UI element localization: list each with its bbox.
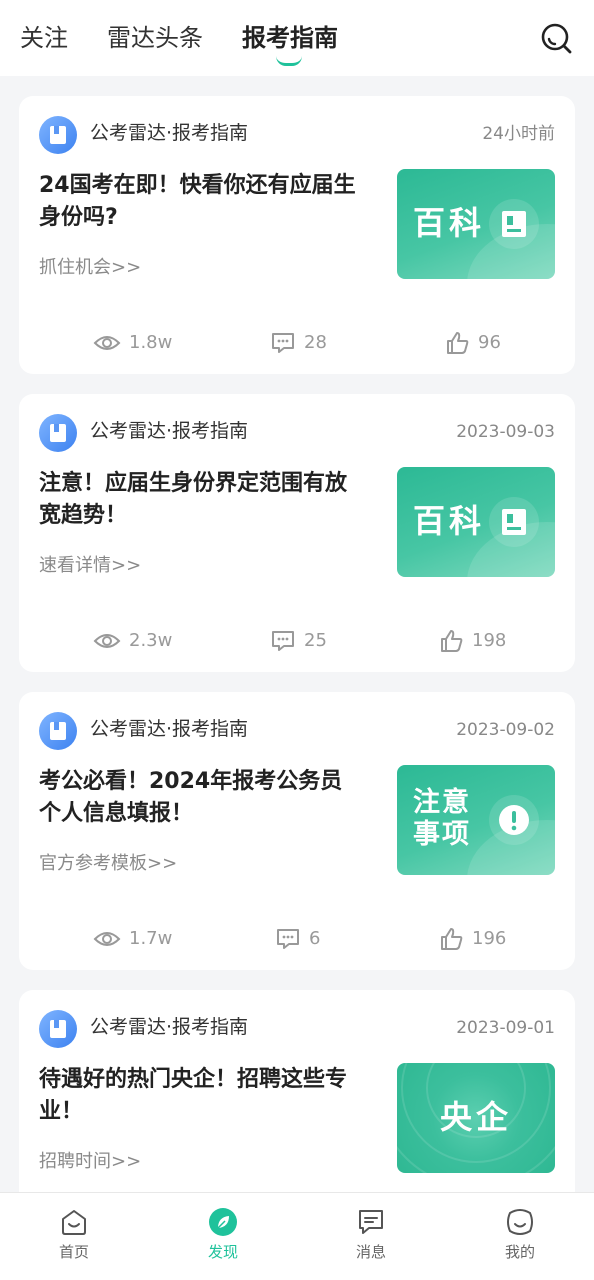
article-thumbnail[interactable]: 百科 [397,169,555,279]
book-icon [50,722,66,740]
thumbs-up-icon [441,928,463,950]
active-tab-indicator [276,56,302,66]
nav-label: 消息 [355,1243,386,1261]
home-face-icon [62,1210,86,1235]
book-icon [50,1020,66,1038]
like-count[interactable]: 196 [440,926,506,952]
top-navigation: 关注 雷达头条 报考指南 [0,0,594,76]
view-count: 1.7w [93,926,172,952]
eye-icon [93,634,121,648]
article-time: 2023-09-03 [456,422,555,442]
tab-follow[interactable]: 关注 [20,22,68,54]
discover-leaf-icon [209,1208,237,1236]
thumbnail-label: 央企 [439,1098,512,1136]
source-avatar [39,116,77,154]
comment-count[interactable]: 25 [270,628,327,654]
article-subtitle[interactable]: 招聘时间>> [39,1149,141,1175]
article-source: 公考雷达·报考指南 [90,718,249,740]
article-title[interactable]: 考公必看！2024年报考公务员个人信息填报！ [39,766,361,830]
eye-icon [93,336,121,350]
article-thumbnail[interactable]: 注意事项 [397,765,555,875]
article-subtitle[interactable]: 官方参考模板>> [39,851,177,877]
nav-label: 发现 [207,1243,238,1261]
bookmark-card-icon [502,509,526,535]
comment-count[interactable]: 6 [275,926,320,952]
message-icon [359,1210,383,1234]
article-title[interactable]: 待遇好的热门央企！招聘这些专业！ [39,1064,361,1128]
comment-count[interactable]: 28 [270,330,327,356]
bookmark-card-icon [502,211,526,237]
article-card[interactable]: 公考雷达·报考指南 2023-09-03 注意！应届生身份界定范围有放宽趋势！ … [19,394,575,672]
thumbs-up-icon [441,630,463,652]
tab-exam-guide[interactable]: 报考指南 [242,22,338,54]
article-source: 公考雷达·报考指南 [90,122,249,144]
search-icon [541,23,572,54]
thumbs-up-icon [447,332,469,354]
like-count[interactable]: 96 [446,330,501,356]
exclamation-icon [499,805,529,835]
source-avatar [39,414,77,452]
tab-radar-headlines[interactable]: 雷达头条 [107,22,203,54]
eye-icon [93,932,121,946]
article-title[interactable]: 24国考在即！快看你还有应届生身份吗? [39,170,361,234]
article-subtitle[interactable]: 速看详情>> [39,553,141,579]
article-time: 24小时前 [482,124,555,144]
comment-icon [272,631,294,651]
nav-discover[interactable]: 发现 [183,1207,263,1271]
book-icon [50,424,66,442]
nav-label: 我的 [504,1243,535,1261]
source-avatar [39,712,77,750]
article-card[interactable]: 公考雷达·报考指南 2023-09-01 待遇好的热门央企！招聘这些专业！ 招聘… [19,990,575,1220]
article-subtitle[interactable]: 抓住机会>> [39,255,141,281]
thumbnail-label: 百科 [413,502,486,540]
bottom-navigation: 首页 发现 消息 我的 [0,1192,594,1280]
article-title[interactable]: 注意！应届生身份界定范围有放宽趋势！ [39,468,361,532]
article-source: 公考雷达·报考指南 [90,420,249,442]
book-icon [50,126,66,144]
article-thumbnail[interactable]: 央企 [397,1063,555,1173]
article-time: 2023-09-01 [456,1018,555,1038]
comment-icon [277,929,299,949]
source-avatar [39,1010,77,1048]
search-button[interactable] [538,20,574,56]
thumbnail-label: 注意事项 [413,787,471,850]
nav-label: 首页 [58,1243,89,1261]
article-time: 2023-09-02 [456,720,555,740]
thumbnail-label: 百科 [413,204,486,242]
view-count: 2.3w [93,628,172,654]
nav-profile[interactable]: 我的 [480,1207,560,1271]
nav-home[interactable]: 首页 [34,1207,114,1271]
comment-icon [272,333,294,353]
article-source: 公考雷达·报考指南 [90,1016,249,1038]
view-count: 1.8w [93,330,172,356]
article-thumbnail[interactable]: 百科 [397,467,555,577]
profile-face-icon [507,1209,533,1235]
like-count[interactable]: 198 [440,628,506,654]
nav-messages[interactable]: 消息 [331,1207,411,1271]
article-card[interactable]: 公考雷达·报考指南 2023-09-02 考公必看！2024年报考公务员个人信息… [19,692,575,970]
article-card[interactable]: 公考雷达·报考指南 24小时前 24国考在即！快看你还有应届生身份吗? 抓住机会… [19,96,575,374]
